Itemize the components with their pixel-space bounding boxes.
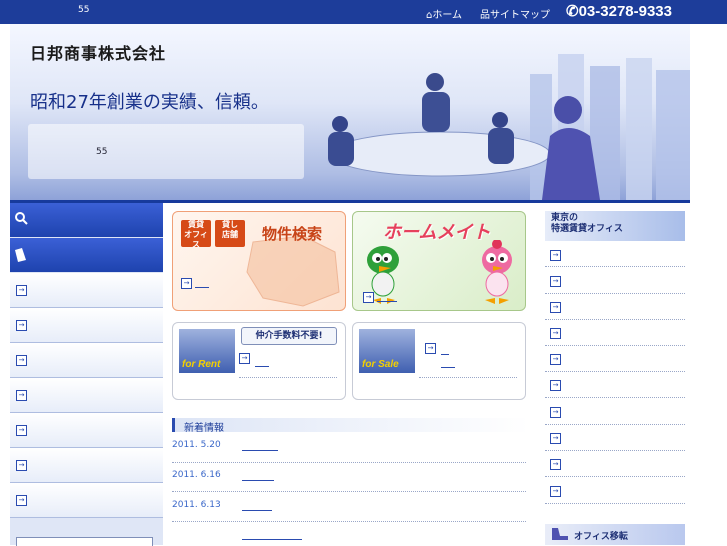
badge-rental-office: 賃貸 オフィス — [181, 220, 211, 249]
rent-photo-label: for Rent — [182, 359, 221, 370]
for-rent-link[interactable] — [255, 366, 269, 367]
news-date: 2011. 5.20 — [172, 440, 221, 450]
arrow-icon: → — [16, 390, 27, 401]
right-item-4[interactable]: → — [550, 328, 561, 339]
news-link[interactable] — [242, 480, 274, 481]
right-divider — [545, 450, 685, 451]
no-fee-label: 仲介手数料不要! — [241, 327, 337, 345]
news-link[interactable] — [242, 510, 272, 511]
sitemap-icon: 品 — [480, 10, 490, 21]
sidebar-search-button[interactable] — [10, 203, 163, 237]
right-divider — [545, 397, 685, 398]
home-link-label: ホーム — [432, 10, 463, 21]
right-divider — [545, 319, 685, 320]
divider — [239, 377, 337, 378]
right-item-10[interactable]: → — [550, 486, 561, 497]
property-search-card[interactable]: 賃貸 オフィス 貸し 店舗 物件検索 → — [172, 211, 346, 311]
right-divider — [545, 424, 685, 425]
right-item-9[interactable]: → — [550, 459, 561, 470]
slogan: 昭和27年創業の実績、信頼。 — [30, 92, 269, 113]
for-sale-link-2[interactable] — [441, 367, 455, 368]
news-heading-bar — [172, 418, 529, 432]
document-icon — [15, 248, 26, 262]
meeting-illustration — [328, 54, 690, 200]
arrow-icon: → — [16, 355, 27, 366]
right-divider — [545, 266, 685, 267]
right-item-3[interactable]: → — [550, 302, 561, 313]
right-item-8[interactable]: → — [550, 433, 561, 444]
for-rent-card[interactable]: for Rent 仲介手数料不要! → — [172, 322, 346, 400]
banner-panel — [28, 124, 304, 179]
arrow-icon: → — [16, 460, 27, 471]
badge-rental-store: 貸し 店舗 — [215, 220, 245, 247]
rent-building-photo: for Rent — [179, 329, 235, 373]
sitemap-link[interactable]: 品サイトマップ — [480, 6, 550, 21]
divider — [419, 377, 517, 378]
right-item-5[interactable]: → — [550, 354, 561, 365]
sidebar-item-1[interactable]: → — [10, 273, 163, 308]
phone-icon: ✆ — [566, 3, 579, 20]
phone-number-text: 03-3278-9333 — [578, 3, 672, 20]
banner-number: 55 — [96, 147, 108, 157]
right-divider — [545, 371, 685, 372]
phone-number: ✆03-3278-9333 — [566, 2, 672, 20]
news-date: 2011. 6.13 — [172, 500, 221, 510]
top-bar-number: 55 — [78, 5, 90, 15]
news-heading: 新着情報 — [184, 423, 224, 434]
arrow-icon: → — [425, 343, 436, 354]
news-more-link[interactable] — [242, 539, 302, 540]
arrow-icon: → — [181, 278, 192, 289]
search-icon — [15, 212, 28, 225]
sidebar-item-2[interactable]: → — [10, 308, 163, 343]
pink-bird-mascot — [482, 240, 512, 304]
sitemap-link-label: サイトマップ — [490, 10, 550, 21]
right-item-2[interactable]: → — [550, 276, 561, 287]
sidebar-item-5[interactable]: → — [10, 413, 163, 448]
right-divider — [545, 345, 685, 346]
news-divider — [172, 491, 526, 492]
property-search-link[interactable] — [195, 287, 209, 288]
right-item-7[interactable]: → — [550, 407, 561, 418]
right-divider — [545, 293, 685, 294]
office-relocation-label: オフィス移転 — [574, 532, 628, 542]
news-link[interactable] — [242, 450, 278, 451]
news-date: 2011. 6.16 — [172, 470, 221, 480]
news-divider — [172, 462, 526, 463]
home-link[interactable]: ⌂ホーム — [426, 6, 462, 21]
news-divider — [172, 521, 526, 522]
right-item-6[interactable]: → — [550, 380, 561, 391]
tokyo-office-heading-text: 東京の 特選賃貸オフィス — [551, 213, 623, 234]
sidebar-item-6[interactable]: → — [10, 448, 163, 483]
sidebar-item-3[interactable]: → — [10, 343, 163, 378]
sale-building-photo: for Sale — [359, 329, 415, 373]
chair-icon — [552, 528, 568, 540]
arrow-icon: → — [239, 353, 250, 364]
arrow-icon: → — [16, 285, 27, 296]
for-sale-card[interactable]: for Sale → — [352, 322, 526, 400]
arrow-icon: → — [16, 320, 27, 331]
sidebar-item-4[interactable]: → — [10, 378, 163, 413]
header-banner: 日邦商事株式会社 昭和27年創業の実績、信頼。 55 — [10, 24, 690, 200]
right-divider — [545, 503, 685, 504]
sidebar-item-7[interactable]: → — [10, 483, 163, 518]
arrow-icon: → — [363, 292, 374, 303]
for-sale-link-1[interactable] — [441, 354, 449, 355]
company-logo-text: 日邦商事株式会社 — [30, 44, 167, 63]
sidebar-document-button[interactable] — [10, 238, 163, 272]
homemate-link[interactable] — [377, 301, 397, 302]
right-item-1[interactable]: → — [550, 250, 561, 261]
sale-photo-label: for Sale — [362, 359, 399, 370]
arrow-icon: → — [16, 495, 27, 506]
arrow-icon: → — [16, 425, 27, 436]
property-search-title: 物件検索 — [262, 225, 323, 243]
right-divider — [545, 476, 685, 477]
homemate-card[interactable]: ホームメイト → — [352, 211, 526, 311]
